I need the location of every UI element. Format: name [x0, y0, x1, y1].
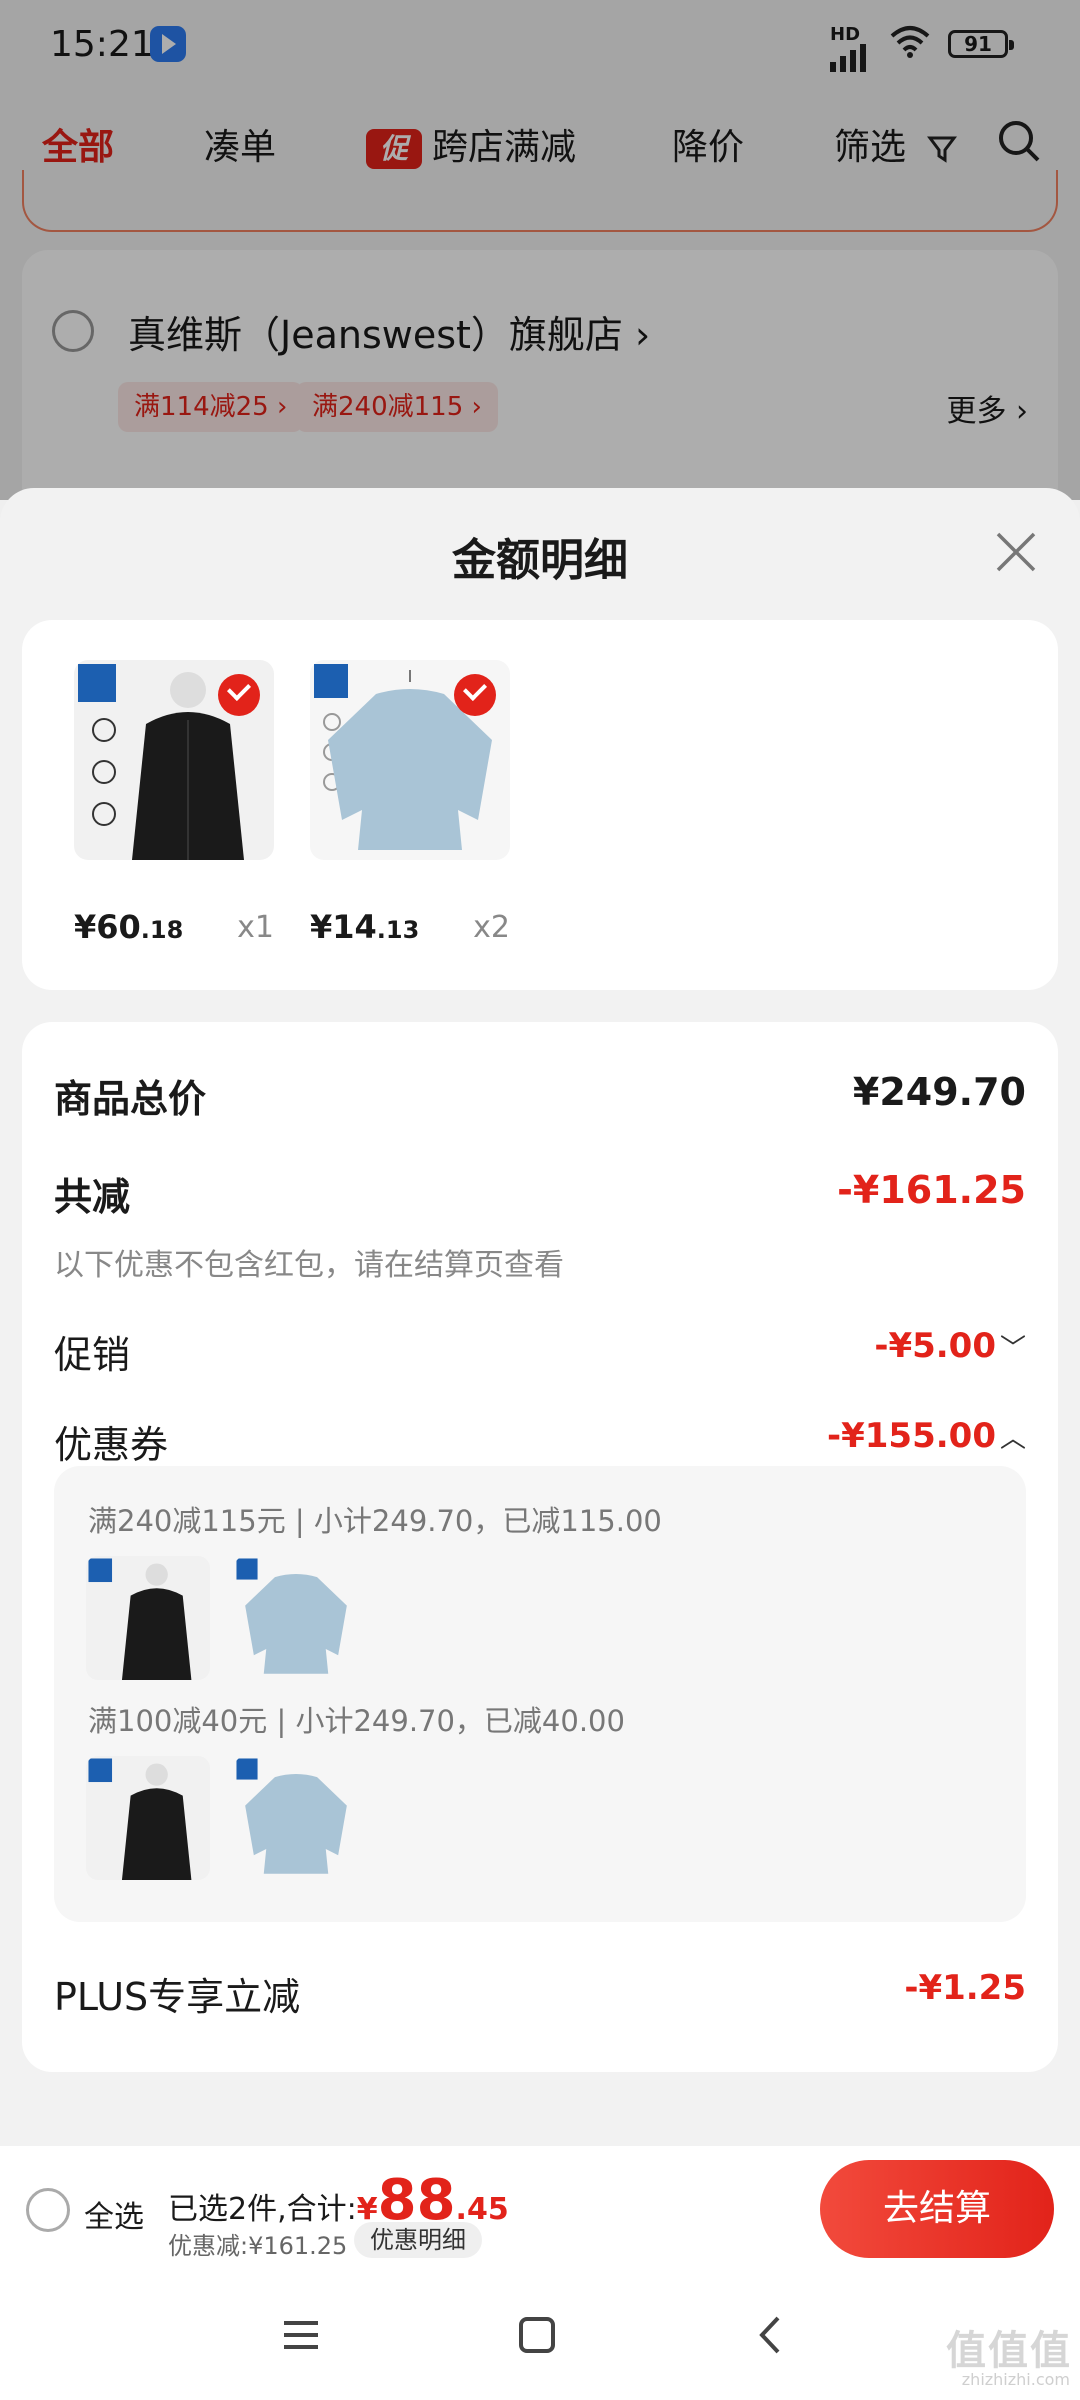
- system-nav-bar: 值值值 zhizhizhi.com: [0, 2272, 1080, 2400]
- product-price: ¥60.18: [74, 908, 183, 946]
- home-icon[interactable]: [516, 2314, 558, 2356]
- coupon-label: 优惠券: [54, 1423, 169, 1467]
- coupon-product-thumb: [86, 1756, 210, 1880]
- product-thumbnail-sweater: [310, 660, 510, 860]
- sheet-title: 金额明细: [452, 535, 628, 586]
- promo-value: -¥5.00: [874, 1326, 996, 1366]
- coupon-product-thumb: [234, 1556, 358, 1680]
- product-price-dec: .13: [376, 916, 420, 944]
- amount-detail-sheet: 金额明细 ¥60.18 x1 ¥14.13 x2 商品总价 ¥249.70 共减…: [0, 488, 1080, 2148]
- product-price-int: ¥14: [310, 908, 377, 946]
- jacket-image: [86, 1556, 210, 1680]
- summary-prefix: 已选2件,合计:: [168, 2192, 357, 2227]
- plus-discount-value: -¥1.25: [904, 1968, 1026, 2008]
- select-all-radio[interactable]: [26, 2188, 70, 2232]
- promo-label: 促销: [54, 1333, 131, 1377]
- total-price-label: 商品总价: [54, 1077, 207, 1121]
- product-price-dec: .18: [140, 916, 184, 944]
- coupon-rule: 满240减115元 | 小计249.70，已减115.00: [88, 1504, 662, 1538]
- chevron-up-icon: ︿: [999, 1424, 1026, 1454]
- coupon-rule: 满100减40元 | 小计249.70，已减40.00: [88, 1704, 625, 1738]
- menu-icon[interactable]: [280, 2314, 322, 2356]
- coupon-product-thumb: [86, 1556, 210, 1680]
- product-thumbnail-jacket: [74, 660, 274, 860]
- sweater-image: [234, 1756, 358, 1880]
- product-item[interactable]: ¥60.18 x1: [74, 660, 274, 946]
- promo-row-toggle[interactable]: -¥5.00 ﹀: [874, 1326, 1026, 1366]
- jacket-image: [86, 1756, 210, 1880]
- dim-overlay[interactable]: [0, 0, 1080, 500]
- watermark-logo: 值值值: [946, 2328, 1072, 2374]
- product-qty: x2: [473, 910, 510, 945]
- product-item[interactable]: ¥14.13 x2: [310, 660, 510, 946]
- coupon-value: -¥155.00: [827, 1416, 996, 1456]
- checkout-bar: 全选 已选2件,合计:¥88.45 优惠减:¥161.25 优惠明细 去结算: [0, 2146, 1080, 2272]
- total-price-value: ¥249.70: [852, 1070, 1026, 1114]
- checkout-button[interactable]: 去结算: [820, 2160, 1054, 2258]
- product-price-int: ¥60: [74, 908, 141, 946]
- back-icon[interactable]: [750, 2314, 792, 2356]
- selected-products-card: ¥60.18 x1 ¥14.13 x2: [22, 620, 1058, 990]
- checked-icon: [218, 674, 260, 716]
- sweater-image: [234, 1556, 358, 1680]
- coupon-detail-box: 满240减115元 | 小计249.70，已减115.00 满100减40元 |…: [54, 1466, 1026, 1922]
- select-all-label[interactable]: 全选: [84, 2192, 144, 2236]
- total-reduce-value: -¥161.25: [837, 1168, 1026, 1212]
- discount-detail-button[interactable]: 优惠明细: [354, 2222, 482, 2258]
- plus-discount-label: PLUS专享立减: [54, 1975, 301, 2019]
- watermark-url: zhizhizhi.com: [961, 2370, 1070, 2389]
- close-icon[interactable]: [992, 528, 1040, 576]
- price-breakdown-card: 商品总价 ¥249.70 共减 -¥161.25 以下优惠不包含红包，请在结算页…: [22, 1022, 1058, 2072]
- total-reduce-label: 共减: [54, 1175, 131, 1219]
- coupon-row-toggle[interactable]: -¥155.00 ︿: [827, 1416, 1026, 1456]
- chevron-down-icon: ﹀: [999, 1334, 1026, 1364]
- checked-icon: [454, 674, 496, 716]
- coupon-product-thumb: [234, 1756, 358, 1880]
- product-qty: x1: [237, 910, 274, 945]
- discount-text: 优惠减:¥161.25: [168, 2232, 348, 2260]
- reduce-note: 以下优惠不包含红包，请在结算页查看: [54, 1248, 564, 1283]
- product-price: ¥14.13: [310, 908, 419, 946]
